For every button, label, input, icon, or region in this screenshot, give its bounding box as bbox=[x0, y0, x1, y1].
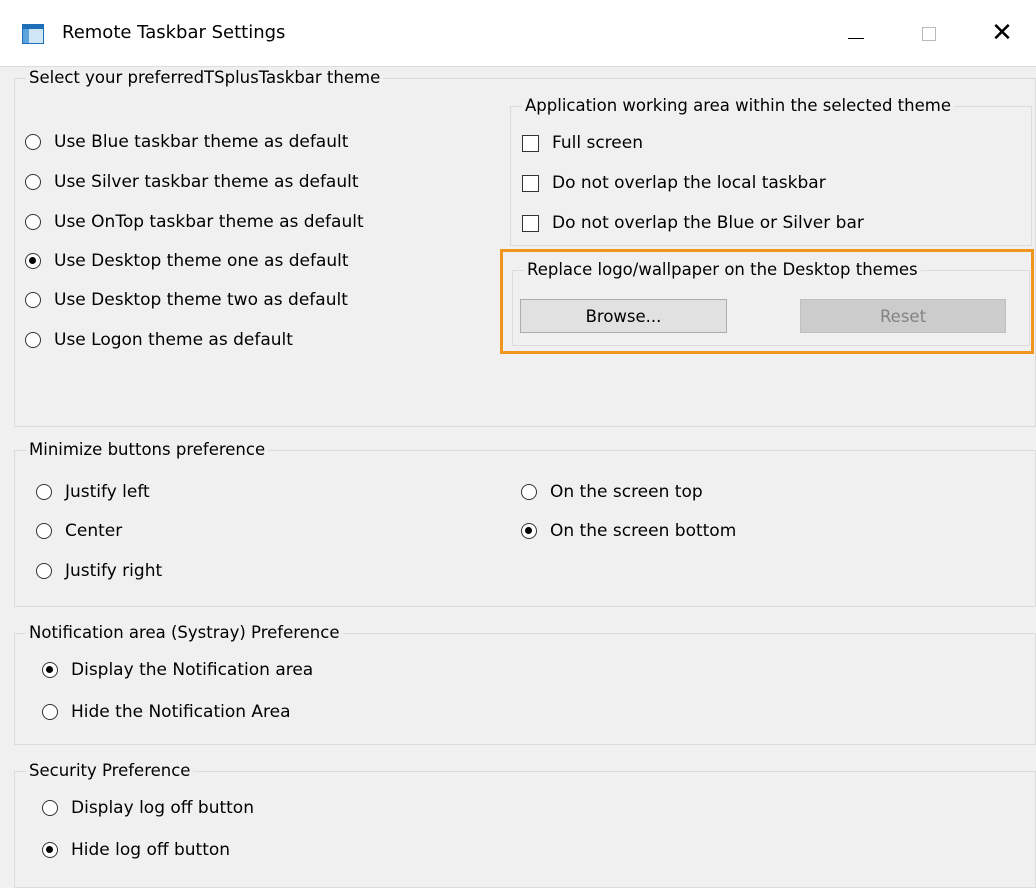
radio-label: On the screen top bbox=[550, 482, 703, 502]
checkbox-indicator bbox=[522, 174, 539, 192]
radio-justify-right[interactable]: Justify right bbox=[36, 561, 162, 581]
checkbox-full-screen[interactable]: Full screen bbox=[522, 133, 643, 153]
radio-indicator bbox=[25, 174, 41, 190]
notification-legend: Notification area (Systray) Preference bbox=[29, 623, 340, 642]
close-icon: ✕ bbox=[991, 18, 1013, 48]
radio-hide-notification-area[interactable]: Hide the Notification Area bbox=[42, 702, 291, 722]
checkbox-label: Do not overlap the local taskbar bbox=[552, 173, 826, 193]
radio-label: Use Desktop theme one as default bbox=[54, 251, 349, 271]
radio-theme-desktop-one[interactable]: Use Desktop theme one as default bbox=[25, 251, 349, 271]
radio-label: Justify left bbox=[65, 482, 150, 502]
radio-indicator bbox=[42, 800, 58, 816]
radio-label: Hide log off button bbox=[71, 840, 231, 860]
checkbox-indicator bbox=[522, 134, 539, 152]
radio-label: Display log off button bbox=[71, 798, 254, 818]
radio-indicator bbox=[42, 842, 58, 858]
checkbox-label: Full screen bbox=[552, 133, 643, 153]
checkbox-indicator bbox=[522, 214, 539, 232]
radio-indicator bbox=[25, 214, 41, 230]
working-area-legend: Application working area within the sele… bbox=[525, 96, 951, 115]
radio-indicator bbox=[521, 523, 537, 539]
radio-indicator bbox=[42, 662, 58, 678]
security-group: Security Preference bbox=[14, 761, 1036, 888]
theme-group-legend: Select your preferredTSplusTaskbar theme bbox=[29, 68, 381, 87]
checkbox-label: Do not overlap the Blue or Silver bar bbox=[552, 213, 864, 233]
radio-label: Display the Notification area bbox=[71, 660, 314, 680]
radio-label: Use Silver taskbar theme as default bbox=[54, 172, 359, 192]
radio-label: Use Desktop theme two as default bbox=[54, 290, 348, 310]
radio-label: Justify right bbox=[65, 561, 163, 581]
minimize-button[interactable] bbox=[826, 8, 886, 60]
radio-display-logoff-button[interactable]: Display log off button bbox=[42, 798, 254, 818]
radio-indicator bbox=[25, 292, 41, 308]
radio-hide-logoff-button[interactable]: Hide log off button bbox=[42, 840, 230, 860]
radio-theme-ontop[interactable]: Use OnTop taskbar theme as default bbox=[25, 212, 364, 232]
radio-center[interactable]: Center bbox=[36, 521, 122, 541]
close-button[interactable]: ✕ bbox=[972, 8, 1032, 60]
maximize-button[interactable] bbox=[898, 8, 958, 60]
window-title: Remote Taskbar Settings bbox=[62, 22, 286, 43]
radio-indicator bbox=[25, 332, 41, 348]
notification-group: Notification area (Systray) Preference bbox=[14, 623, 1036, 745]
security-legend: Security Preference bbox=[29, 761, 191, 780]
radio-label: On the screen bottom bbox=[550, 521, 737, 541]
radio-indicator bbox=[42, 704, 58, 720]
radio-indicator bbox=[25, 134, 41, 150]
radio-indicator bbox=[36, 484, 52, 500]
radio-screen-bottom[interactable]: On the screen bottom bbox=[521, 521, 736, 541]
minimize-buttons-legend: Minimize buttons preference bbox=[29, 440, 266, 459]
app-window-icon bbox=[22, 24, 44, 44]
highlight-outline bbox=[500, 249, 1034, 354]
checkbox-no-overlap-blue-silver[interactable]: Do not overlap the Blue or Silver bar bbox=[522, 213, 864, 233]
checkbox-no-overlap-local-taskbar[interactable]: Do not overlap the local taskbar bbox=[522, 173, 826, 193]
radio-label: Hide the Notification Area bbox=[71, 702, 291, 722]
radio-label: Center bbox=[65, 521, 123, 541]
radio-theme-logon[interactable]: Use Logon theme as default bbox=[25, 330, 293, 350]
radio-indicator bbox=[36, 523, 52, 539]
radio-label: Use Logon theme as default bbox=[54, 330, 293, 350]
radio-indicator bbox=[36, 563, 52, 579]
radio-indicator bbox=[521, 484, 537, 500]
title-bar: Remote Taskbar Settings ✕ bbox=[0, 0, 1036, 67]
radio-justify-left[interactable]: Justify left bbox=[36, 482, 150, 502]
radio-theme-silver[interactable]: Use Silver taskbar theme as default bbox=[25, 172, 359, 192]
radio-display-notification-area[interactable]: Display the Notification area bbox=[42, 660, 313, 680]
radio-indicator bbox=[25, 253, 41, 269]
radio-theme-blue[interactable]: Use Blue taskbar theme as default bbox=[25, 132, 348, 152]
radio-label: Use Blue taskbar theme as default bbox=[54, 132, 349, 152]
radio-screen-top[interactable]: On the screen top bbox=[521, 482, 703, 502]
radio-theme-desktop-two[interactable]: Use Desktop theme two as default bbox=[25, 290, 348, 310]
radio-label: Use OnTop taskbar theme as default bbox=[54, 212, 364, 232]
